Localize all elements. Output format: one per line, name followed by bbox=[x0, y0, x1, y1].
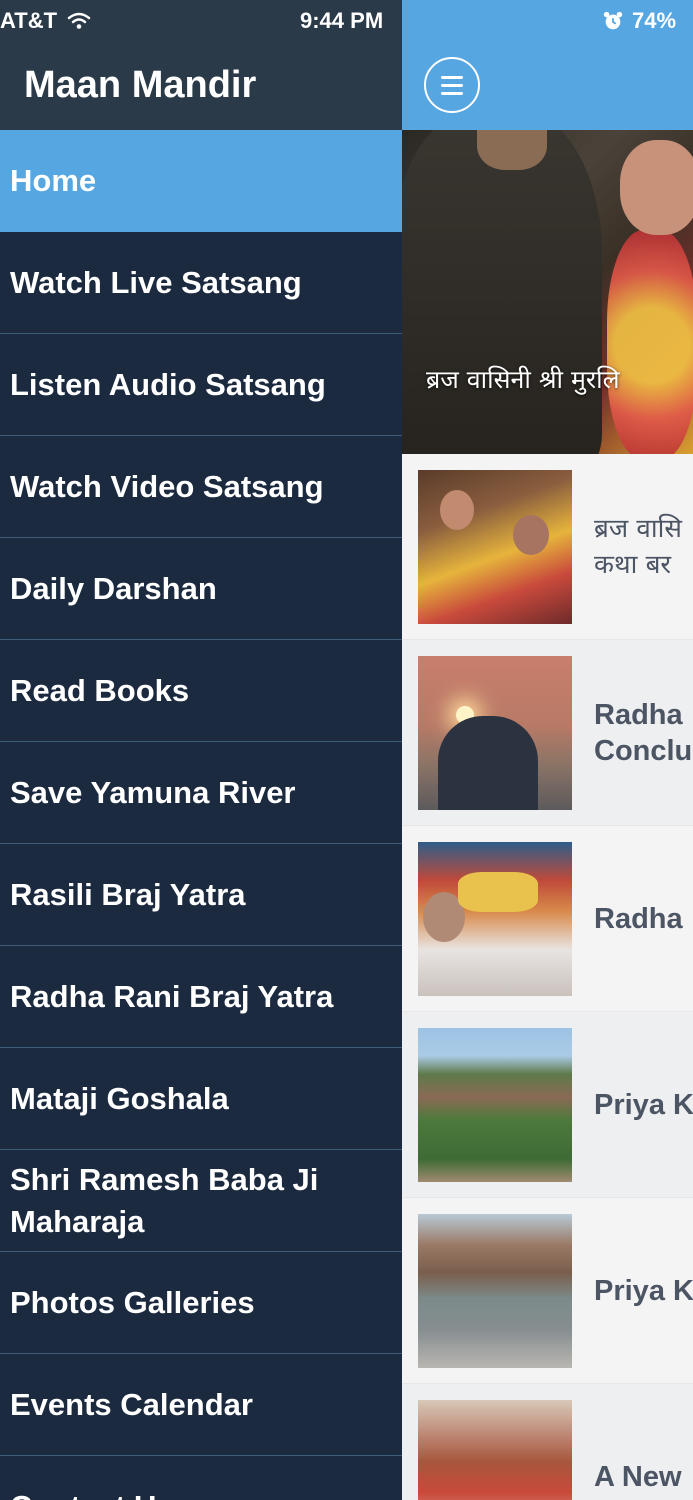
status-time: 9:44 PM bbox=[300, 8, 384, 33]
list-item[interactable]: Priya K bbox=[402, 1012, 693, 1198]
menu-item-label: Shri Ramesh Baba Ji Maharaja bbox=[10, 1161, 319, 1239]
menu-item-radha-rani-braj-yatra[interactable]: Radha Rani Braj Yatra bbox=[0, 946, 402, 1048]
drawer-header: AT&T 9:44 PM Maan Mandir bbox=[0, 0, 402, 130]
news-title: Radha Conclu bbox=[594, 698, 693, 767]
menu-item-photos-galleries[interactable]: Photos Galleries bbox=[0, 1252, 402, 1354]
news-thumbnail bbox=[418, 1214, 572, 1368]
list-item[interactable]: A New bbox=[402, 1384, 693, 1500]
menu-item-label: Mataji Goshala bbox=[10, 1080, 229, 1116]
news-list: ब्रज वासि कथा बर Radha Conclu Radha Priy… bbox=[402, 454, 693, 1500]
menu-item-rasili-braj-yatra[interactable]: Rasili Braj Yatra bbox=[0, 844, 402, 946]
list-item[interactable]: Radha bbox=[402, 826, 693, 1012]
menu-item-daily-darshan[interactable]: Daily Darshan bbox=[0, 538, 402, 640]
news-title: Radha bbox=[594, 902, 683, 935]
app-title: Maan Mandir bbox=[24, 64, 257, 106]
menu-item-watch-video-satsang[interactable]: Watch Video Satsang bbox=[0, 436, 402, 538]
menu-item-label: Save Yamuna River bbox=[10, 774, 296, 810]
hero-photo-face bbox=[620, 140, 693, 235]
news-thumbnail bbox=[418, 842, 572, 996]
list-item[interactable]: ब्रज वासि कथा बर bbox=[402, 454, 693, 640]
top-app-bar: 74% bbox=[402, 0, 693, 130]
news-title: A New bbox=[594, 1460, 682, 1493]
hamburger-menu-button[interactable] bbox=[424, 57, 480, 113]
menu-item-label: Events Calendar bbox=[10, 1386, 253, 1422]
menu-item-label: Contact Us bbox=[10, 1486, 174, 1500]
menu-item-label: Photos Galleries bbox=[10, 1284, 255, 1320]
menu-item-listen-audio-satsang[interactable]: Listen Audio Satsang bbox=[0, 334, 402, 436]
list-item[interactable]: Priya K bbox=[402, 1198, 693, 1384]
hero-photo-garland bbox=[607, 230, 693, 454]
carrier-name: AT&T bbox=[0, 8, 58, 33]
menu-item-label: Rasili Braj Yatra bbox=[10, 876, 246, 912]
news-thumbnail bbox=[418, 470, 572, 624]
side-drawer: AT&T 9:44 PM Maan Mandir Home Watch Live… bbox=[0, 0, 402, 1500]
menu-item-label: Watch Video Satsang bbox=[10, 468, 324, 504]
hamburger-menu-icon bbox=[441, 76, 463, 79]
menu-item-label: Listen Audio Satsang bbox=[10, 366, 326, 402]
menu-item-save-yamuna-river[interactable]: Save Yamuna River bbox=[0, 742, 402, 844]
menu-item-label: Watch Live Satsang bbox=[10, 264, 302, 300]
hamburger-line bbox=[441, 92, 463, 95]
menu-item-contact-us[interactable]: Contact Us bbox=[0, 1456, 402, 1500]
wifi-icon bbox=[67, 12, 91, 29]
drawer-menu: Home Watch Live Satsang Listen Audio Sat… bbox=[0, 130, 402, 1500]
list-item[interactable]: Radha Conclu bbox=[402, 640, 693, 826]
news-title: Priya K bbox=[594, 1088, 693, 1121]
news-thumbnail bbox=[418, 1400, 572, 1500]
hero-caption: ब्रज वासिनी श्री मुरलि bbox=[426, 365, 620, 394]
menu-item-mataji-goshala[interactable]: Mataji Goshala bbox=[0, 1048, 402, 1150]
main-content: 74% ब्रज वासिनी श्री मुरलि ब्रज वासि कथा… bbox=[402, 0, 693, 1500]
menu-item-watch-live-satsang[interactable]: Watch Live Satsang bbox=[0, 232, 402, 334]
menu-item-events-calendar[interactable]: Events Calendar bbox=[0, 1354, 402, 1456]
news-thumbnail bbox=[418, 656, 572, 810]
news-title: Priya K bbox=[594, 1274, 693, 1307]
alarm-icon bbox=[603, 11, 623, 30]
menu-item-read-books[interactable]: Read Books bbox=[0, 640, 402, 742]
news-thumbnail bbox=[418, 1028, 572, 1182]
menu-item-label: Home bbox=[10, 162, 97, 198]
menu-item-shri-ramesh-baba-ji-maharaja[interactable]: Shri Ramesh Baba Ji Maharaja bbox=[0, 1150, 402, 1252]
carrier-status: AT&T bbox=[0, 8, 91, 34]
hero-photo-figure bbox=[402, 130, 602, 454]
menu-item-label: Radha Rani Braj Yatra bbox=[10, 978, 334, 1014]
menu-item-home[interactable]: Home bbox=[0, 130, 402, 232]
hamburger-line bbox=[441, 84, 463, 87]
menu-item-label: Daily Darshan bbox=[10, 570, 217, 606]
battery-status: 74% bbox=[602, 8, 676, 34]
battery-percent: 74% bbox=[632, 8, 677, 33]
hero-photo-face bbox=[477, 130, 547, 170]
menu-item-label: Read Books bbox=[10, 672, 190, 708]
news-title: ब्रज वासि कथा बर bbox=[594, 513, 682, 580]
hero-banner[interactable]: ब्रज वासिनी श्री मुरलि bbox=[402, 130, 693, 454]
